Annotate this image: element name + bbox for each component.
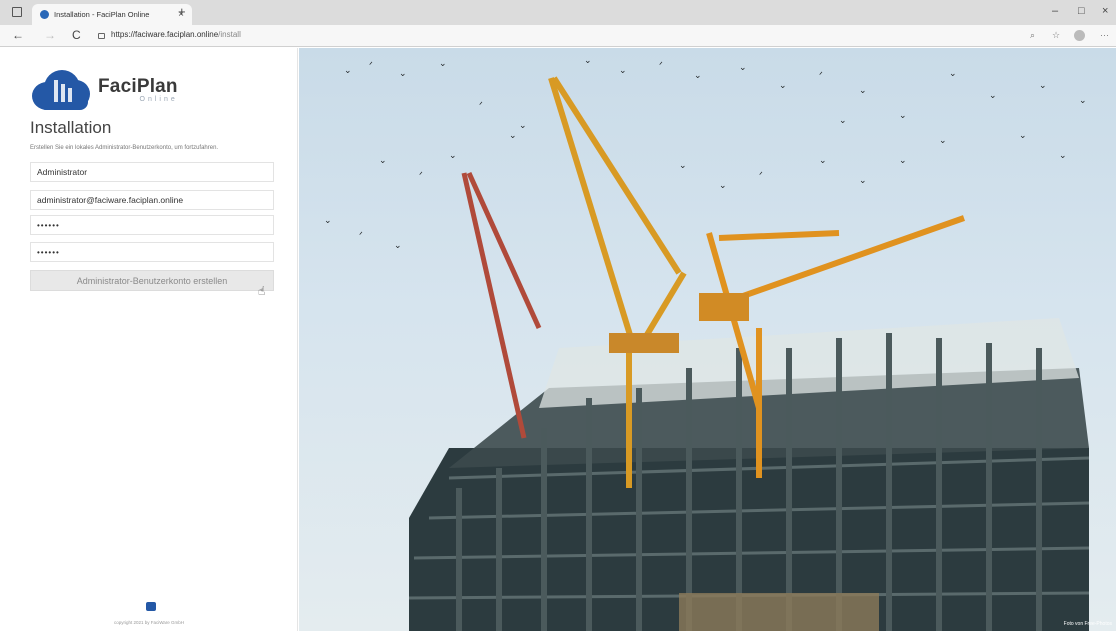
profile-icon[interactable]: [1074, 30, 1085, 41]
photo-credit: Foto von Free-Photos: [1063, 621, 1112, 627]
svg-text:⌄: ⌄: [324, 216, 332, 226]
cloud-logo-icon: [32, 68, 94, 110]
username-field[interactable]: [30, 162, 274, 182]
svg-text:ᐟ: ᐟ: [369, 61, 373, 71]
svg-text:⌄: ⌄: [859, 86, 867, 96]
create-admin-button[interactable]: Administrator-Benutzerkonto erstellen: [30, 270, 274, 291]
svg-text:⌄: ⌄: [1019, 131, 1027, 141]
favicon-icon: [40, 10, 49, 19]
svg-text:⌄: ⌄: [344, 66, 352, 76]
copyright-text: copyright 2021 by FaciWare GmbH: [113, 620, 185, 625]
svg-text:⌄: ⌄: [839, 116, 847, 126]
svg-text:⌄: ⌄: [779, 81, 787, 91]
window-menu-icon[interactable]: [12, 7, 22, 17]
faciplan-logo: FaciPlan Online: [32, 68, 178, 110]
svg-text:⌄: ⌄: [619, 66, 627, 76]
close-window-button[interactable]: ×: [1102, 5, 1108, 17]
brand-name: FaciPlan: [98, 75, 178, 97]
installation-panel: FaciPlan Online Installation Erstellen S…: [0, 48, 298, 631]
svg-text:⌄: ⌄: [1079, 96, 1087, 106]
svg-text:⌄: ⌄: [819, 156, 827, 166]
footer-logo-icon: [146, 602, 156, 611]
hero-image: ⌄ ᐟ ⌄ ⌄ ⌄ ⌄ ᐟ ⌄ ⌄ ⌄ ᐟ ⌄ ⌄ ⌄ ⌄ ⌄ ⌄ ᐟ ⌄ ⌄ ⌄ ⌄ ᐟ ⌄ ⌄ ⌄ ⌄ ⌄ ᐟ ⌄ ⌄ ᐟ …: [299, 48, 1116, 631]
search-icon[interactable]: ⌕: [1030, 30, 1035, 41]
svg-text:⌄: ⌄: [379, 156, 387, 166]
svg-text:⌄: ⌄: [899, 156, 907, 166]
svg-text:ᐟ: ᐟ: [759, 171, 763, 181]
construction-site-illustration: ⌄ ᐟ⌄⌄ ⌄⌄ ᐟ⌄ ⌄⌄ᐟ⌄ ⌄⌄⌄⌄ ⌄ᐟ⌄⌄ ⌄⌄ᐟ⌄ ⌄⌄⌄⌄ ᐟ⌄⌄ᐟ …: [324, 56, 1090, 631]
svg-text:⌄: ⌄: [449, 151, 457, 161]
favorites-icon[interactable]: ☆: [1052, 30, 1060, 41]
svg-text:⌄: ⌄: [989, 91, 997, 101]
svg-text:⌄: ⌄: [1039, 81, 1047, 91]
svg-text:⌄: ⌄: [519, 121, 527, 131]
url-host: https://faciware.faciplan.online: [111, 30, 219, 39]
svg-text:⌄: ⌄: [439, 59, 447, 69]
url-field[interactable]: https://faciware.faciplan.online/install: [98, 30, 241, 39]
intro-text: Erstellen Sie ein lokales Administrator-…: [30, 145, 219, 151]
svg-text:ᐟ: ᐟ: [659, 61, 663, 71]
password-field[interactable]: [30, 215, 274, 235]
reload-button[interactable]: C: [72, 28, 81, 42]
svg-text:⌄: ⌄: [679, 161, 687, 171]
more-menu-button[interactable]: ···: [1100, 30, 1109, 40]
page-title: Installation: [30, 118, 112, 137]
svg-text:⌄: ⌄: [1059, 151, 1067, 161]
svg-text:ᐟ: ᐟ: [479, 101, 483, 111]
maximize-button[interactable]: □: [1078, 5, 1085, 17]
browser-tab-bar: Installation - FaciPlan Online × + – □ ×: [0, 0, 1116, 25]
svg-text:⌄: ⌄: [859, 176, 867, 186]
svg-text:⌄: ⌄: [939, 136, 947, 146]
minimize-button[interactable]: –: [1052, 5, 1058, 17]
browser-tab[interactable]: Installation - FaciPlan Online ×: [32, 4, 192, 25]
svg-text:⌄: ⌄: [509, 131, 517, 141]
red-crane: [461, 171, 542, 439]
svg-text:⌄: ⌄: [584, 56, 592, 66]
url-path: /install: [218, 30, 241, 39]
hand-cursor-icon: ☝: [258, 284, 266, 298]
svg-text:⌄: ⌄: [399, 69, 407, 79]
svg-text:⌄: ⌄: [949, 69, 957, 79]
forward-button[interactable]: →: [44, 28, 56, 42]
lock-icon: [98, 32, 105, 39]
password-confirm-field[interactable]: [30, 242, 274, 262]
svg-text:⌄: ⌄: [739, 63, 747, 73]
svg-text:⌄: ⌄: [899, 111, 907, 121]
svg-text:ᐟ: ᐟ: [819, 71, 823, 81]
svg-text:ᐟ: ᐟ: [359, 231, 363, 241]
back-button[interactable]: ←: [12, 28, 24, 42]
new-tab-button[interactable]: +: [178, 4, 186, 19]
tab-title: Installation - FaciPlan Online: [54, 10, 150, 19]
svg-text:⌄: ⌄: [719, 181, 727, 191]
svg-text:⌄: ⌄: [394, 241, 402, 251]
email-field[interactable]: [30, 190, 274, 210]
birds: ⌄ ᐟ⌄⌄ ⌄⌄ ᐟ⌄ ⌄⌄ᐟ⌄ ⌄⌄⌄⌄ ⌄ᐟ⌄⌄ ⌄⌄ᐟ⌄ ⌄⌄⌄⌄ ᐟ⌄⌄ᐟ …: [324, 56, 1087, 251]
svg-text:ᐟ: ᐟ: [419, 171, 423, 181]
address-bar: ← → C https://faciware.faciplan.online/i…: [0, 25, 1116, 47]
svg-text:⌄: ⌄: [694, 71, 702, 81]
